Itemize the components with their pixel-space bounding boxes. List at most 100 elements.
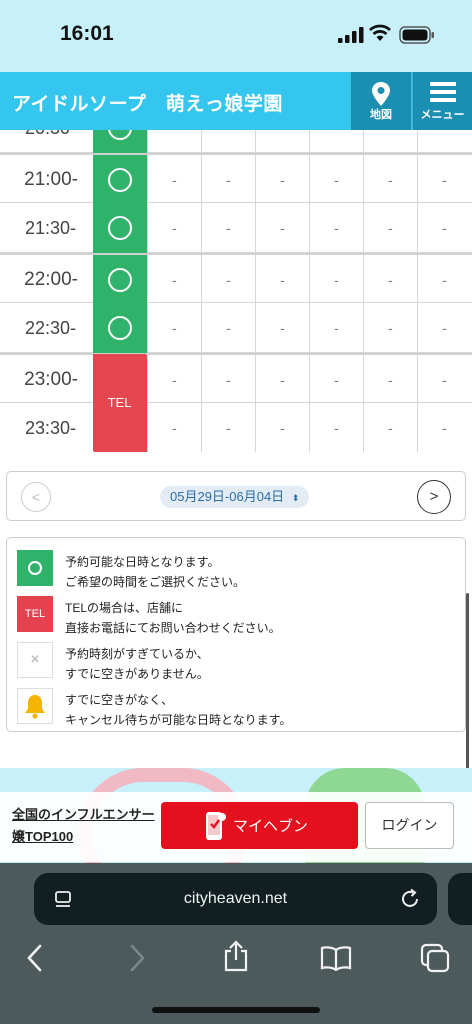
unavailable-slot: - xyxy=(201,303,255,353)
unavailable-slot: - xyxy=(309,203,363,253)
date-range-label: 05月29日-06月04日 xyxy=(170,489,285,504)
unavailable-slot: - xyxy=(417,303,471,353)
status-time: 16:01 xyxy=(60,22,114,45)
reload-icon[interactable] xyxy=(399,888,421,910)
legend: 予約可能な日時となります。 ご希望の時間をご選択ください。 TEL TELの場合… xyxy=(6,537,466,732)
unavailable-slot: - xyxy=(309,130,363,153)
home-indicator xyxy=(152,1007,320,1013)
legend-text: 予約可能な日時となります。 xyxy=(65,555,220,569)
time-slot-label: 21:00- xyxy=(24,169,78,190)
unavailable-slot: - xyxy=(147,203,201,253)
unavailable-slot: - xyxy=(147,130,201,153)
tel-icon: TEL xyxy=(17,596,53,632)
unavailable-slot: - xyxy=(309,355,363,405)
legend-text: TELの場合は、店舗に xyxy=(65,601,184,615)
unavailable-slot: - xyxy=(363,303,417,353)
status-bar: 16:01 xyxy=(0,0,472,72)
legend-text: 直接お電話にてお問い合わせください。 xyxy=(65,621,281,635)
unavailable-slot: - xyxy=(201,255,255,305)
available-slot[interactable] xyxy=(93,155,147,205)
available-circle-icon xyxy=(108,315,132,340)
unavailable-slot: - xyxy=(417,203,471,253)
unavailable-slot: - xyxy=(201,130,255,153)
unavailable-slot: - xyxy=(363,403,417,452)
select-chevron-icon: ⬍ xyxy=(291,493,300,503)
unavailable-slot: - xyxy=(363,203,417,253)
time-slot-label: 20:30- xyxy=(0,130,92,153)
schedule-row: 20:30------- xyxy=(0,130,472,153)
unavailable-slot: - xyxy=(147,155,201,205)
unavailable-slot: - xyxy=(147,255,201,305)
schedule-row: 21:30- - - - - - - xyxy=(0,203,472,253)
unavailable-slot: - xyxy=(309,155,363,205)
date-navigation: < 05月29日-06月04日 ⬍ > xyxy=(6,471,466,521)
schedule-row: 23:00- - - - - - - xyxy=(0,353,472,405)
time-slot-label: 22:00- xyxy=(24,269,78,290)
myheaven-button[interactable]: マイヘブン xyxy=(161,802,358,849)
time-slot-label: 23:30- xyxy=(24,418,76,438)
schedule-row: 21:00- - - - - - - xyxy=(0,153,472,205)
shop-title[interactable]: アイドルソープ 萌えっ娘学園 xyxy=(12,89,283,116)
available-slot[interactable] xyxy=(93,255,147,305)
unavailable-slot: - xyxy=(255,255,309,305)
address-bar[interactable]: cityheaven.net xyxy=(34,873,437,925)
unavailable-slot: - xyxy=(201,155,255,205)
cross-icon: × xyxy=(17,642,53,678)
bookmarks-icon[interactable] xyxy=(320,945,352,971)
unavailable-slot: - xyxy=(309,403,363,452)
unavailable-slot: - xyxy=(201,203,255,253)
share-icon[interactable] xyxy=(222,939,250,973)
unavailable-slot: - xyxy=(363,155,417,205)
available-circle-icon xyxy=(108,267,132,292)
tel-slot-label[interactable]: TEL xyxy=(93,354,146,451)
legend-text: すでに空きがありません。 xyxy=(65,667,209,681)
map-pin-icon xyxy=(372,82,390,106)
wifi-icon xyxy=(369,24,391,41)
unavailable-slot: - xyxy=(147,303,201,353)
available-slot[interactable] xyxy=(93,303,147,353)
available-slot[interactable] xyxy=(93,130,147,153)
battery-icon xyxy=(399,26,434,44)
time-slot-label: 22:30- xyxy=(24,318,76,338)
myheaven-label: マイヘブン xyxy=(233,818,309,835)
unavailable-slot: - xyxy=(255,355,309,405)
forward-icon xyxy=(130,944,145,972)
unavailable-slot: - xyxy=(417,355,471,405)
schedule-row: 23:30- - - - - - - xyxy=(0,403,472,452)
unavailable-slot: - xyxy=(417,403,471,452)
hamburger-menu-icon xyxy=(429,82,456,102)
unavailable-slot: - xyxy=(363,355,417,405)
schedule-row: 22:30- - - - - - - xyxy=(0,303,472,353)
site-header: アイドルソープ 萌えっ娘学園 地図 メニュー xyxy=(0,72,472,130)
schedule-table: 20:30-------21:00-------21:30-------22:0… xyxy=(0,130,472,452)
influencer-ranking-link[interactable]: 全国のインフルエンサー嬢TOP100 xyxy=(12,804,157,848)
browser-toolbar: cityheaven.net xyxy=(0,863,472,1024)
prev-week-button[interactable]: < xyxy=(21,482,51,512)
legend-text: 予約時刻がすぎているか、 xyxy=(65,647,209,661)
login-button[interactable]: ログイン xyxy=(365,802,454,849)
time-slot-label: 23:00- xyxy=(24,369,78,390)
available-circle-icon xyxy=(108,167,132,192)
unavailable-slot: - xyxy=(417,255,471,305)
menu-button[interactable]: メニュー xyxy=(412,72,472,130)
tabs-icon[interactable] xyxy=(420,943,450,973)
next-tab-preview[interactable] xyxy=(448,873,472,925)
legend-text: すでに空きがなく、 xyxy=(65,693,174,707)
back-icon[interactable] xyxy=(24,943,46,973)
available-slot[interactable] xyxy=(93,203,147,253)
unavailable-slot: - xyxy=(147,403,201,452)
available-circle-icon xyxy=(17,550,53,586)
legend-text: ご希望の時間をご選択ください。 xyxy=(65,575,246,589)
available-circle-icon xyxy=(108,215,132,240)
bell-icon xyxy=(17,688,53,724)
unavailable-slot: - xyxy=(363,255,417,305)
unavailable-slot: - xyxy=(417,155,471,205)
map-button[interactable]: 地図 xyxy=(351,72,411,130)
time-slot-label: 21:30- xyxy=(24,218,76,238)
unavailable-slot: - xyxy=(309,303,363,353)
date-range-select[interactable]: 05月29日-06月04日 ⬍ xyxy=(160,486,310,508)
unavailable-slot: - xyxy=(147,355,201,405)
unavailable-slot: - xyxy=(309,255,363,305)
next-week-button[interactable]: > xyxy=(417,480,451,514)
unavailable-slot: - xyxy=(255,130,309,153)
